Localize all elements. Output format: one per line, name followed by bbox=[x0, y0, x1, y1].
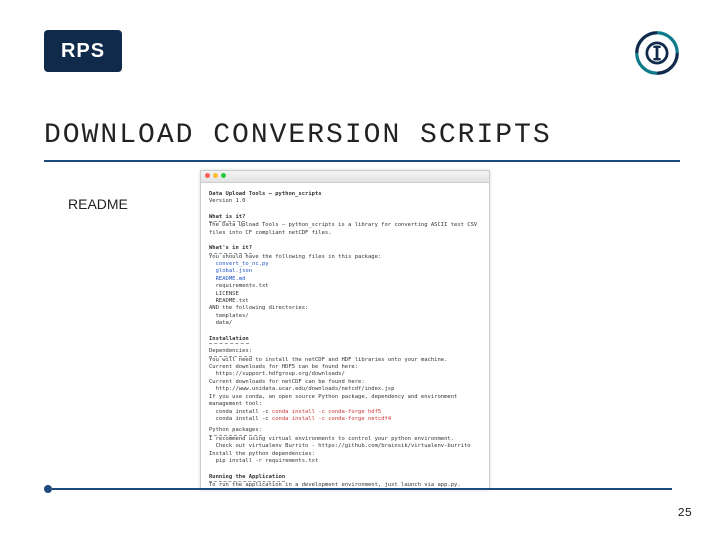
section-install: Installation bbox=[209, 336, 249, 344]
whats-in-lead: You should have the following files in t… bbox=[209, 254, 481, 261]
py-body1: I recommend using virtual environments t… bbox=[209, 436, 481, 443]
page-number: 25 bbox=[678, 506, 692, 520]
dep-conda-lead: If you use conda, an open source Python … bbox=[209, 394, 481, 409]
file-req: requirements.txt bbox=[209, 283, 481, 290]
doc-title: Data Upload Tools — python_scripts bbox=[209, 191, 481, 198]
dep-lead: Current downloads for HDF5 can be found … bbox=[209, 364, 481, 371]
what-is-body: The Data Upload Tools — python_scripts i… bbox=[209, 222, 481, 237]
readme-body: Data Upload Tools — python_scripts Versi… bbox=[201, 183, 489, 490]
dep-url2: http://www.unidata.ucar.edu/downloads/ne… bbox=[209, 386, 481, 393]
minimize-icon[interactable] bbox=[213, 173, 218, 178]
slide-title: DOWNLOAD CONVERSION SCRIPTS bbox=[44, 120, 552, 151]
py-body3: Install the python dependencies: bbox=[209, 451, 481, 458]
section-whats-in: What's in it? bbox=[209, 245, 252, 253]
footer-rule bbox=[52, 488, 672, 490]
py-heading: Python packages: bbox=[209, 427, 262, 435]
dep-conda2: conda install -c conda install -c conda-… bbox=[209, 416, 481, 423]
dir-data: data/ bbox=[209, 320, 481, 327]
file-readmetxt: README.txt bbox=[209, 298, 481, 305]
readme-label: README bbox=[68, 196, 128, 212]
doc-version: Version 1.0 bbox=[209, 198, 481, 205]
py-body2: Check out virtualenv Burrito - https://g… bbox=[209, 443, 481, 450]
dep-lead2: Current downloads for netCDF can be foun… bbox=[209, 379, 481, 386]
dep-body: You will need to install the netCDF and … bbox=[209, 357, 481, 364]
section-what-is: What is it? bbox=[209, 214, 245, 222]
readme-document-window: Data Upload Tools — python_scripts Versi… bbox=[200, 170, 490, 490]
dirs-lead: AND the following directories: bbox=[209, 305, 481, 312]
dep-heading: Dependencies: bbox=[209, 348, 252, 356]
window-titlebar bbox=[201, 171, 489, 183]
file-readme: README.md bbox=[209, 276, 481, 283]
institute-icon bbox=[634, 30, 680, 76]
rps-logo: RPS bbox=[44, 30, 122, 72]
rps-logo-text: RPS bbox=[61, 40, 105, 63]
section-run: Running the Application bbox=[209, 474, 285, 482]
dep-conda1: conda install -c conda install -c conda-… bbox=[209, 409, 481, 416]
maximize-icon[interactable] bbox=[221, 173, 226, 178]
file-convert: convert_to_nc.py bbox=[209, 261, 481, 268]
file-global: global.json bbox=[209, 268, 481, 275]
file-license: LICENSE bbox=[209, 291, 481, 298]
title-underline bbox=[44, 160, 680, 162]
dir-templates: templates/ bbox=[209, 313, 481, 320]
py-cmd: pip install -r requirements.txt bbox=[209, 458, 481, 465]
close-icon[interactable] bbox=[205, 173, 210, 178]
dep-url1: https://support.hdfgroup.org/downloads/ bbox=[209, 371, 481, 378]
footer-bullet bbox=[44, 485, 52, 493]
